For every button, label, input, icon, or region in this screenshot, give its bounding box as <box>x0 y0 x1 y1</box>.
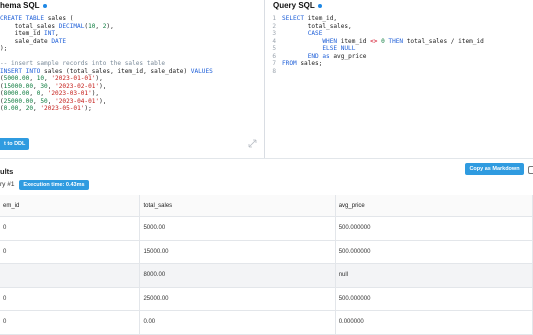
info-dot-icon <box>317 3 322 8</box>
code-line: -- insert sample records into the sales … <box>0 60 166 67</box>
table-cell: 500.000000 <box>335 240 533 264</box>
table-cell: 0 <box>0 240 141 264</box>
code-line: (8000.00, 0, '2023-03-01'), <box>0 90 100 97</box>
table-row: 0 15000.00 500.000000 <box>0 240 533 264</box>
line-number: 7 <box>272 60 276 67</box>
table-cell: null <box>335 263 533 288</box>
code-line: total_sales, <box>282 22 352 30</box>
code-line: SELECT item_id, <box>282 15 338 22</box>
code-line: CASE <box>307 30 323 37</box>
results-title: ults <box>0 167 14 176</box>
table-header-row: em_id total_sales avg_price <box>0 195 533 217</box>
code-line: (25000.00, 50, '2023-04-01'), <box>0 97 107 105</box>
table-cell <box>0 263 141 288</box>
line-number: 8 <box>272 67 276 75</box>
copy-icon[interactable] <box>528 166 533 174</box>
code-line: total_sales DECIMAL(10, 2), <box>0 22 114 30</box>
table-cell: 0 <box>0 287 141 311</box>
query-tab[interactable]: ry #1 <box>0 181 14 188</box>
table-cell: 0.00 <box>139 310 336 335</box>
schema-pane: hema SQL CREATE TABLE sales ( total_sale… <box>0 0 265 158</box>
query-title: Query SQL <box>273 1 322 10</box>
line-number: 1 <box>272 15 276 22</box>
results-table: em_id total_sales avg_price 0 5000.00 50… <box>0 195 533 335</box>
code-line: sale_date DATE <box>0 37 67 45</box>
query-pane: Query SQL 12345678 SELECT item_id, total… <box>266 0 533 158</box>
line-number: 5 <box>272 45 276 52</box>
code-line: item_id INT, <box>0 30 59 37</box>
code-line: FROM sales; <box>282 60 323 67</box>
table-cell: 500.000000 <box>335 216 533 241</box>
code-line: ); <box>0 45 8 52</box>
code-line: INSERT INTO sales (total_sales, item_id,… <box>0 67 213 75</box>
table-cell: 8000.00 <box>139 263 336 288</box>
line-number: 6 <box>272 52 276 60</box>
column-header[interactable]: avg_price <box>335 195 533 217</box>
code-line: ELSE NULL <box>322 45 356 52</box>
code-line: (0.00, 20, '2023-05-01'); <box>0 105 92 112</box>
table-row: 0 5000.00 500.000000 <box>0 216 533 241</box>
line-number: 2 <box>272 22 276 30</box>
schema-title: hema SQL <box>0 1 47 10</box>
column-header[interactable]: total_sales <box>139 195 336 217</box>
table-cell: 500.000000 <box>335 287 533 311</box>
table-row: 0 0.00 0.000000 <box>0 310 533 335</box>
table-row: 8000.00 null <box>0 263 533 288</box>
code-line: WHEN item_id <> 0 THEN total_sales / ite… <box>322 37 484 45</box>
table-cell: 0 <box>0 310 141 335</box>
code-line: CREATE TABLE sales ( <box>0 15 74 22</box>
code-line: (15000.00, 30, '2023-02-01'), <box>0 82 107 90</box>
line-numbers: 12345678 <box>269 15 276 75</box>
line-number: 4 <box>272 37 276 45</box>
table-cell: 5000.00 <box>139 216 336 241</box>
code-line: END as avg_price <box>307 52 367 60</box>
code-line: (5000.00, 10, '2023-01-01'), <box>0 75 103 82</box>
query-editor[interactable]: SELECT item_id, total_sales, CASE WHEN i… <box>282 15 484 75</box>
column-header[interactable]: em_id <box>0 195 141 217</box>
schema-editor[interactable]: CREATE TABLE sales ( total_sales DECIMAL… <box>0 15 213 113</box>
execution-time-badge: Execution time: 0.43ms <box>19 180 89 190</box>
table-cell: 25000.00 <box>139 287 336 311</box>
copy-as-markdown-button[interactable]: Copy as Markdown <box>465 163 524 175</box>
table-row: 0 25000.00 500.000000 <box>0 287 533 311</box>
table-cell: 0 <box>0 216 141 241</box>
table-cell: 15000.00 <box>139 240 336 264</box>
table-cell: 0.000000 <box>335 310 533 335</box>
line-number: 3 <box>272 30 276 37</box>
info-dot-icon <box>42 3 47 8</box>
convert-to-ddl-button[interactable]: t to DDL <box>0 138 29 150</box>
expand-icon[interactable] <box>248 139 257 148</box>
